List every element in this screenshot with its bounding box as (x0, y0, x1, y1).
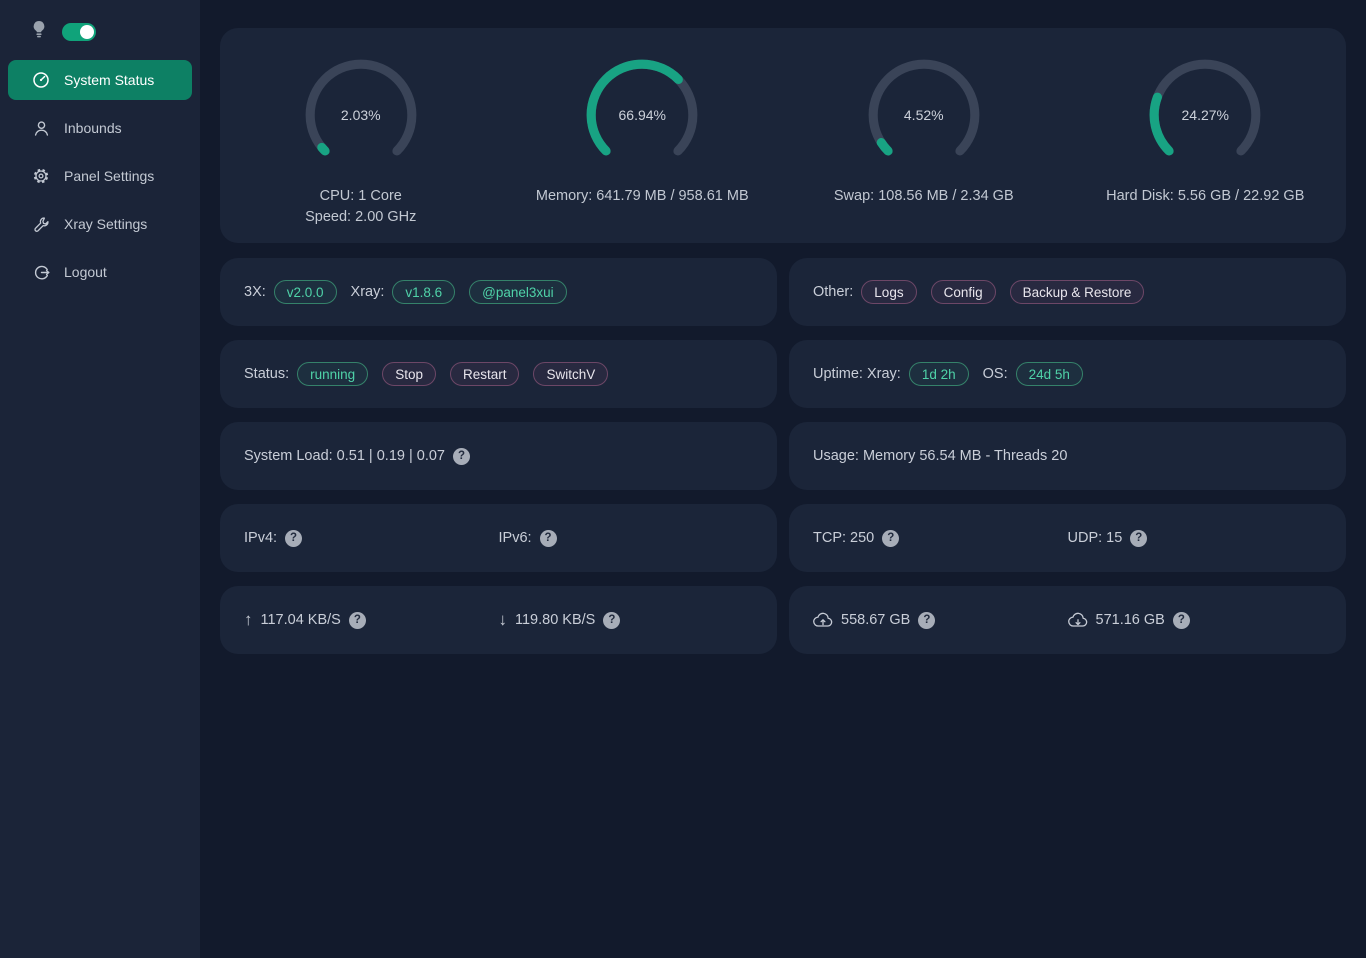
gear-icon (32, 167, 50, 185)
gauge-label: Memory: 641.79 MB / 958.61 MB (536, 186, 749, 207)
gauge-cpu: 2.03% CPU: 1 Core Speed: 2.00 GHz (220, 54, 502, 228)
help-icon[interactable]: ? (285, 530, 302, 547)
version-xray-label: Xray: (351, 284, 385, 300)
ip-card: IPv4: ? IPv6: ? (220, 504, 777, 572)
logs-button[interactable]: Logs (861, 280, 916, 304)
ipv6-block: IPv6: ? (499, 530, 754, 547)
gauge-percent: 4.52% (863, 54, 985, 176)
sidebar-item-label: Logout (64, 264, 107, 280)
version-3x-badge[interactable]: v2.0.0 (274, 280, 337, 304)
usage-text: Usage: Memory 56.54 MB - Threads 20 (813, 448, 1067, 464)
tcp-block: TCP: 250 ? (813, 530, 1068, 547)
status-running-badge: running (297, 362, 368, 386)
tcp-text: TCP: 250 (813, 530, 874, 546)
sidebar-item-label: Panel Settings (64, 168, 154, 184)
other-label: Other: (813, 284, 853, 300)
version-xray-badge[interactable]: v1.8.6 (392, 280, 455, 304)
version-3x-label: 3X: (244, 284, 266, 300)
gauge-swap: 4.52% Swap: 108.56 MB / 2.34 GB (783, 54, 1065, 207)
total-download-block: 571.16 GB ? (1068, 612, 1323, 629)
gauges-card: 2.03% CPU: 1 Core Speed: 2.00 GHz 66.94%… (220, 28, 1346, 243)
total-upload-text: 558.67 GB (841, 612, 910, 628)
gauge-label: CPU: 1 Core Speed: 2.00 GHz (305, 186, 416, 228)
gauge-memory: 66.94% Memory: 641.79 MB / 958.61 MB (502, 54, 784, 207)
gauge-percent: 24.27% (1144, 54, 1266, 176)
sidebar-item-logout[interactable]: Logout (8, 252, 192, 292)
udp-block: UDP: 15 ? (1068, 530, 1323, 547)
arrow-down-icon: ↓ (499, 610, 508, 630)
info-grid: 3X: v2.0.0 Xray: v1.8.6 @panel3xui Other… (220, 258, 1346, 654)
sidebar-item-inbounds[interactable]: Inbounds (8, 108, 192, 148)
bulb-icon (32, 20, 46, 44)
wrench-icon (32, 215, 50, 233)
upload-speed-text: 117.04 KB/S (261, 612, 341, 628)
download-speed-text: 119.80 KB/S (515, 612, 595, 628)
uptime-os-badge: 24d 5h (1016, 362, 1083, 386)
help-icon[interactable]: ? (882, 530, 899, 547)
sidebar-item-label: System Status (64, 72, 154, 88)
sidebar-item-label: Inbounds (64, 120, 122, 136)
total-upload-block: 558.67 GB ? (813, 612, 1068, 629)
total-card: 558.67 GB ? 571.16 GB ? (789, 586, 1346, 654)
help-icon[interactable]: ? (603, 612, 620, 629)
gauge-label: Swap: 108.56 MB / 2.34 GB (834, 186, 1014, 207)
upload-speed-block: ↑ 117.04 KB/S ? (244, 610, 499, 630)
udp-text: UDP: 15 (1068, 530, 1123, 546)
total-download-text: 571.16 GB (1096, 612, 1165, 628)
status-card: Status: running Stop Restart SwitchV (220, 340, 777, 408)
sidebar-item-panel-settings[interactable]: Panel Settings (8, 156, 192, 196)
usage-card: Usage: Memory 56.54 MB - Threads 20 (789, 422, 1346, 490)
download-speed-block: ↓ 119.80 KB/S ? (499, 610, 754, 630)
theme-row (0, 16, 200, 60)
theme-toggle-knob (80, 25, 94, 39)
cloud-download-icon (1068, 612, 1088, 628)
switchv-button[interactable]: SwitchV (533, 362, 608, 386)
restart-button[interactable]: Restart (450, 362, 520, 386)
help-icon[interactable]: ? (453, 448, 470, 465)
load-card: System Load: 0.51 | 0.19 | 0.07 ? (220, 422, 777, 490)
conn-card: TCP: 250 ? UDP: 15 ? (789, 504, 1346, 572)
dashboard-icon (32, 71, 50, 89)
user-icon (32, 119, 50, 137)
speed-card: ↑ 117.04 KB/S ? ↓ 119.80 KB/S ? (220, 586, 777, 654)
status-label: Status: (244, 366, 289, 382)
theme-toggle[interactable] (62, 23, 96, 41)
arrow-up-icon: ↑ (244, 610, 253, 630)
sidebar: System Status Inbounds Panel Settings (0, 0, 200, 958)
gauge-percent: 66.94% (581, 54, 703, 176)
other-card: Other: Logs Config Backup & Restore (789, 258, 1346, 326)
help-icon[interactable]: ? (918, 612, 935, 629)
uptime-xray-badge: 1d 2h (909, 362, 969, 386)
os-label: OS: (983, 366, 1008, 382)
gauge-percent: 2.03% (300, 54, 422, 176)
help-icon[interactable]: ? (1130, 530, 1147, 547)
sidebar-item-label: Xray Settings (64, 216, 147, 232)
main-content: 2.03% CPU: 1 Core Speed: 2.00 GHz 66.94%… (200, 0, 1366, 958)
sidebar-nav: System Status Inbounds Panel Settings (0, 60, 200, 292)
ipv4-block: IPv4: ? (244, 530, 499, 547)
config-button[interactable]: Config (931, 280, 996, 304)
cloud-upload-icon (813, 612, 833, 628)
gauge-hard-disk: 24.27% Hard Disk: 5.56 GB / 22.92 GB (1065, 54, 1347, 207)
logout-icon (32, 263, 50, 281)
sidebar-item-system-status[interactable]: System Status (8, 60, 192, 100)
sidebar-item-xray-settings[interactable]: Xray Settings (8, 204, 192, 244)
gauge-label: Hard Disk: 5.56 GB / 22.92 GB (1106, 186, 1304, 207)
version-card: 3X: v2.0.0 Xray: v1.8.6 @panel3xui (220, 258, 777, 326)
stop-button[interactable]: Stop (382, 362, 436, 386)
help-icon[interactable]: ? (349, 612, 366, 629)
help-icon[interactable]: ? (540, 530, 557, 547)
ipv4-label: IPv4: (244, 530, 277, 546)
ipv6-label: IPv6: (499, 530, 532, 546)
system-load-text: System Load: 0.51 | 0.19 | 0.07 (244, 448, 445, 464)
uptime-card: Uptime: Xray: 1d 2h OS: 24d 5h (789, 340, 1346, 408)
uptime-label: Uptime: Xray: (813, 366, 901, 382)
help-icon[interactable]: ? (1173, 612, 1190, 629)
telegram-badge[interactable]: @panel3xui (469, 280, 567, 304)
backup-restore-button[interactable]: Backup & Restore (1010, 280, 1145, 304)
